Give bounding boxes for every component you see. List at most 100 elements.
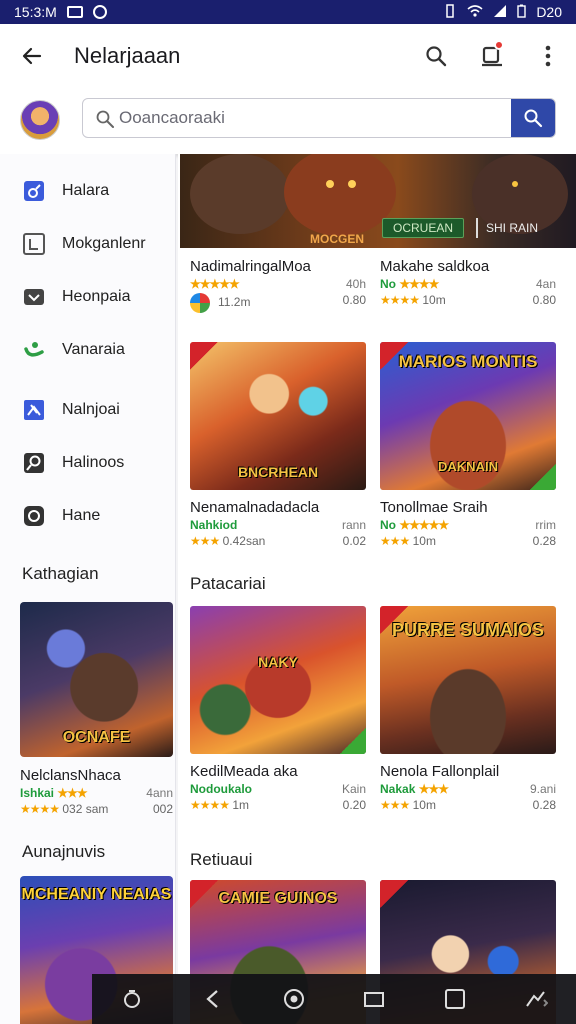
notification-button[interactable] — [464, 24, 520, 88]
sidebar-item-label: Hane — [62, 507, 101, 524]
game-downloads: 10m — [422, 293, 446, 307]
game-meta-right: 0.80 — [532, 293, 556, 307]
hero-secondary-button[interactable]: SHI RAIN — [476, 218, 546, 238]
game-meta-right: 0.28 — [532, 534, 556, 548]
status-right-text: D20 — [536, 4, 562, 20]
sidebar: Halara Mokganlenr Heonpaia Vanaraia Naln… — [0, 154, 176, 1024]
game-subtitle: No ★★★★★ rrim — [380, 518, 556, 532]
nav-tabs-button[interactable] — [354, 979, 394, 1019]
app-notification-icon — [92, 5, 107, 19]
game-meta-right: 0.02 — [342, 534, 366, 548]
game-downloads: 1m — [232, 798, 250, 812]
sidebar-item-nalnjoai[interactable]: Nalnjoai — [0, 386, 175, 434]
game-title: Nenamalnadadacla — [190, 499, 320, 516]
thumbnail-caption: NAKY — [258, 654, 298, 670]
sidebar-item-label: Vanaraia — [62, 341, 125, 358]
nav-assistant-button[interactable] — [112, 979, 152, 1019]
nav-recents-button[interactable] — [435, 979, 475, 1019]
sidebar-item-label: Halinoos — [62, 454, 125, 471]
sidebar-item-heonpaia[interactable]: Heonpaia — [0, 273, 175, 321]
sidebar-item-label: Nalnjoai — [62, 401, 120, 418]
sidebar-item-mokganlenr[interactable]: Mokganlenr — [0, 220, 175, 268]
badge-icon — [380, 880, 408, 908]
gesture-icon — [525, 991, 548, 1007]
game-meta: ★★★★ 032 sam 002 — [20, 802, 173, 816]
sidebar-item-halinoos[interactable]: Halinoos — [0, 439, 175, 487]
hero-primary-button[interactable]: OCRUEAN — [382, 218, 465, 238]
thumbnail-caption: MCHEANIY NEAIAS — [21, 886, 172, 903]
game-title: Makahe saldkoa — [380, 258, 490, 275]
system-nav-bar — [92, 974, 576, 1024]
game-card[interactable]: NAKY KedilMeada aka Nodoukalo Kain ★★★★ 1… — [190, 606, 366, 812]
game-meta-right: 0.80 — [342, 293, 366, 307]
game-publisher: No — [380, 518, 396, 532]
game-card[interactable]: PURRE SUMAIOS Nenola Fallonplail Nakak ★… — [380, 606, 556, 812]
badge-icon — [190, 342, 218, 370]
game-meta: ★★★★ 1m 0.20 — [190, 798, 366, 812]
section-title: Patacariai — [190, 574, 266, 593]
hero-banner[interactable]: MOCGEN OCRUEAN SHI RAIN — [180, 154, 576, 248]
game-publisher: No — [380, 277, 396, 291]
game-meta-right: 002 — [152, 802, 173, 816]
sidebar-item-hane[interactable]: Hane — [0, 492, 175, 540]
game-meta: 11.2m 0.80 — [190, 293, 366, 313]
nav-home-button[interactable] — [274, 979, 314, 1019]
hero-overlay-text: MOCGEN — [310, 232, 364, 246]
back-button[interactable] — [0, 24, 64, 88]
thumbnail-caption-secondary: DAKNAIN — [438, 459, 498, 474]
app-bar: Nelarjaaan — [0, 24, 576, 154]
game-meta: ★★★★ 10m 0.80 — [380, 293, 556, 307]
sidebar-game-card[interactable]: OCNAFE NelclansNhaca Ishkai ★★★ 4ann ★★★… — [20, 602, 173, 816]
thumbnail-caption: OCNAFE — [62, 729, 131, 746]
game-title: Tonollmae Sraih — [380, 499, 488, 516]
game-meta: ★★★ 0.42san 0.02 — [190, 534, 366, 548]
search-row — [0, 96, 576, 144]
search-icon — [524, 109, 543, 128]
game-downloads: 10m — [412, 798, 436, 812]
game-card[interactable]: NadimalringalMoa ★★★★★ 40h 11.2m 0.80 — [190, 258, 366, 313]
game-card[interactable]: BNCRHEAN Nenamalnadadacla Nahkiod rann ★★… — [190, 342, 366, 548]
nav-back-button[interactable] — [193, 979, 233, 1019]
status-time: 15:3:M — [14, 4, 57, 20]
game-size: rann — [341, 518, 366, 532]
more-options-button[interactable] — [520, 24, 576, 88]
sidebar-item-vanaraia[interactable]: Vanaraia — [0, 326, 175, 374]
search-button[interactable] — [408, 24, 464, 88]
game-thumbnail: NAKY — [190, 606, 366, 754]
magnifier-icon — [22, 451, 46, 475]
game-meta: ★★★ 10m 0.28 — [380, 534, 556, 548]
game-title: NelclansNhaca — [20, 767, 121, 784]
sidebar-section-title: Kathagian — [22, 564, 99, 583]
game-thumbnail: MARIOS MONTIS DAKNAIN — [380, 342, 556, 490]
search-input[interactable] — [119, 99, 509, 137]
recents-icon — [444, 989, 465, 1009]
game-publisher: Ishkai — [20, 786, 55, 800]
controller-icon — [22, 179, 46, 203]
sidebar-item-label: Mokganlenr — [62, 235, 146, 252]
page-title: Nelarjaaan — [74, 43, 181, 68]
thumbnail-caption: BNCRHEAN — [237, 464, 319, 480]
search-submit-button[interactable] — [511, 99, 555, 137]
game-size: 4ann — [146, 786, 173, 800]
nav-extra-button[interactable] — [516, 979, 556, 1019]
thumbnail-caption: MARIOS MONTIS — [398, 352, 538, 371]
back-icon — [206, 990, 218, 1008]
game-card[interactable]: Makahe saldkoa No ★★★★ 4an ★★★★ 10m 0.80 — [380, 258, 556, 307]
avatar[interactable] — [20, 100, 60, 140]
circle-icon — [22, 504, 46, 528]
game-subtitle: Nakak ★★★ 9.ani — [380, 782, 556, 796]
thumbnail-caption: PURRE SUMAIOS — [391, 620, 544, 640]
game-subtitle: Nodoukalo Kain — [190, 782, 366, 796]
game-card[interactable]: MARIOS MONTIS DAKNAIN Tonollmae Sraih No… — [380, 342, 556, 548]
game-size: 40h — [345, 277, 366, 291]
badge-icon — [340, 728, 366, 754]
game-meta-right: 0.28 — [532, 798, 556, 812]
search-field-icon — [95, 109, 115, 129]
heart-icon — [22, 285, 46, 309]
sidebar-item-halara[interactable]: Halara — [0, 167, 175, 215]
game-subtitle: Ishkai ★★★ 4ann — [20, 786, 173, 800]
grid-icon — [22, 232, 46, 256]
game-downloads: 11.2m — [218, 295, 251, 310]
game-thumbnail: OCNAFE — [20, 602, 173, 757]
game-title: KedilMeada aka — [190, 763, 298, 780]
